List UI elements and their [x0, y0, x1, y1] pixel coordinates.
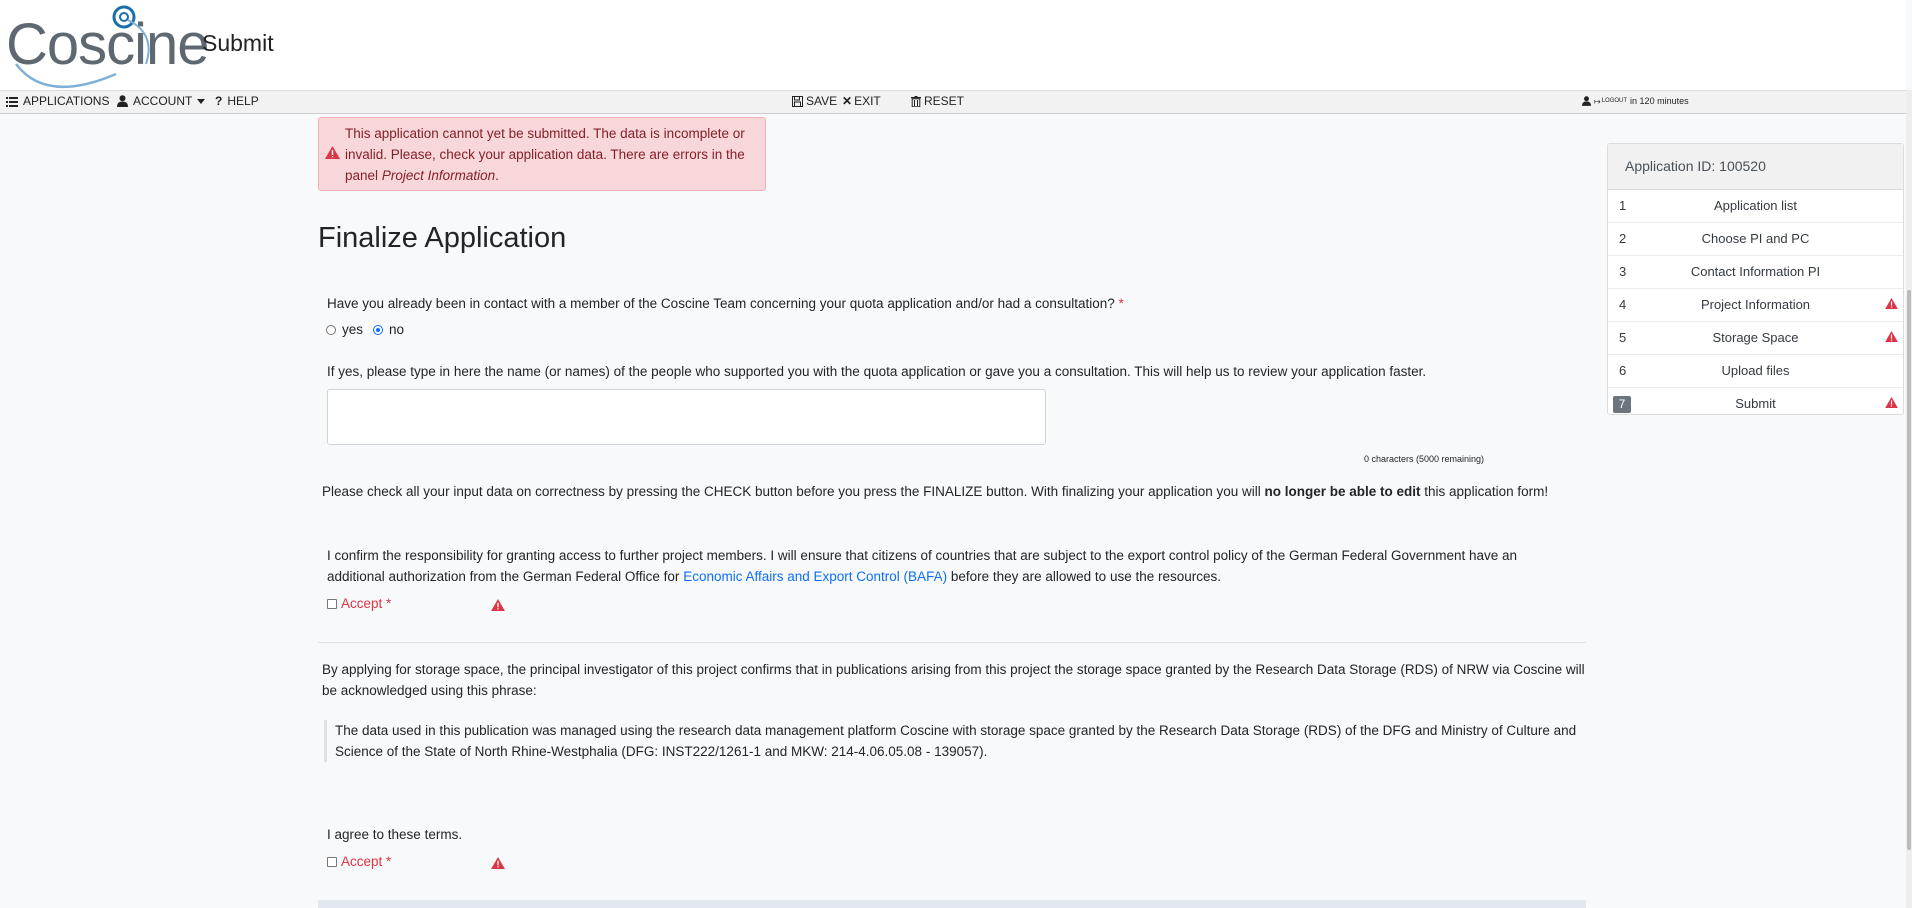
step-label: Application list [1713, 198, 1798, 213]
app-header: Coscine Submit [0, 0, 1906, 90]
check-text-2: this application form! [1424, 484, 1549, 499]
accept-export-control[interactable]: Accept * [327, 596, 391, 611]
close-icon: ✕ [842, 94, 853, 108]
check-instructions: Please check all your input data on corr… [322, 481, 1590, 502]
character-counter: 0 characters (5000 remaining) [1364, 454, 1485, 464]
step-choose-pi-pc[interactable]: 2 Choose PI and PC [1608, 223, 1903, 256]
warning-icon [1885, 331, 1898, 342]
question-icon: ? [215, 94, 223, 108]
list-icon [6, 96, 18, 107]
application-id: Application ID: 100520 [1608, 144, 1903, 190]
contact-question-text: Have you already been in contact with a … [327, 296, 1115, 311]
logo-ring-icon [112, 5, 136, 29]
check-text-1: Please check all your input data on corr… [322, 484, 1261, 499]
page-scrollbar[interactable] [1906, 90, 1912, 908]
caret-down-icon [197, 98, 206, 104]
floppy-icon [792, 95, 803, 107]
sign-out-icon: ↦ [1594, 96, 1601, 106]
save-button[interactable]: SAVE [792, 94, 837, 108]
warning-icon [325, 146, 340, 159]
rds-acknowledgement-text: By applying for storage space, the princ… [322, 662, 1585, 698]
accept-label: Accept [341, 596, 383, 611]
alert-panel-name: Project Information [381, 168, 496, 183]
coscine-logo[interactable]: Coscine [6, 4, 210, 89]
radio-yes[interactable] [326, 324, 336, 335]
contact-question: Have you already been in contact with a … [327, 293, 1124, 314]
warning-icon [1885, 298, 1898, 309]
save-label: SAVE [806, 94, 838, 108]
section-divider [318, 642, 1586, 643]
page-title: Submit [202, 30, 274, 56]
step-project-information[interactable]: 4 Project Information [1608, 289, 1903, 322]
rds-acknowledgement-quote: The data used in this publication was ma… [324, 720, 1586, 762]
alert-end: . [495, 168, 499, 183]
step-upload-files[interactable]: 6 Upload files [1608, 355, 1903, 388]
reset-button[interactable]: RESET [911, 94, 964, 108]
logout-link[interactable]: ↦ LOGOUT [1594, 97, 1627, 106]
warning-icon [491, 599, 505, 611]
session-timer: in 120 minutes [1630, 96, 1689, 106]
accept-terms[interactable]: Accept * [327, 854, 391, 869]
user-icon [117, 95, 128, 107]
required-mark: * [386, 854, 392, 869]
exit-label: EXIT [854, 94, 881, 108]
required-mark: * [1118, 296, 1124, 311]
account-label: ACCOUNT [133, 94, 193, 108]
export-control-confirmation: I confirm the responsibility for grantin… [327, 545, 1577, 587]
consultant-names-textarea[interactable] [327, 389, 1046, 445]
session-info: ↦ LOGOUT in 120 minutes [1582, 96, 1689, 106]
applications-menu[interactable]: APPLICATIONS [6, 94, 109, 108]
help-menu[interactable]: ? HELP [215, 94, 259, 108]
user-icon [1582, 96, 1591, 106]
step-contact-information-pi[interactable]: 3 Contact Information PI [1608, 256, 1903, 289]
step-label: Choose PI and PC [1701, 231, 1810, 246]
step-label: Project Information [1700, 297, 1811, 312]
radio-no[interactable] [373, 324, 384, 335]
check-text-bold: no longer be able to edit [1264, 484, 1421, 499]
accept-checkbox[interactable] [327, 598, 337, 609]
accept-checkbox[interactable] [327, 856, 337, 867]
step-application-list[interactable]: 1 Application list [1608, 190, 1903, 223]
step-label: Upload files [1721, 363, 1790, 378]
logo-wordmark: Coscine [6, 12, 210, 77]
warning-icon [1885, 397, 1898, 408]
reset-label: RESET [924, 94, 965, 108]
exit-button[interactable]: ✕ EXIT [842, 94, 881, 108]
applications-label: APPLICATIONS [23, 94, 110, 108]
radio-no-label: no [389, 322, 405, 337]
menu-bar: APPLICATIONS ACCOUNT ? HELP SAVE ✕ EXIT … [0, 90, 1906, 114]
bafa-link[interactable]: Economic Affairs and Export Control (BAF… [683, 569, 947, 584]
step-submit[interactable]: 7 Submit [1608, 388, 1903, 420]
confirm-text-2: before they are allowed to use the resou… [950, 569, 1222, 584]
radio-yes-label: yes [342, 322, 364, 337]
warning-icon [491, 857, 505, 869]
trash-icon [911, 95, 921, 107]
error-alert: This application cannot yet be submitted… [318, 117, 766, 191]
application-steps-panel: Application ID: 100520 1 Application lis… [1607, 143, 1904, 415]
alert-message: This application cannot yet be submitted… [345, 123, 757, 186]
contact-radio-group: yes no [326, 322, 404, 337]
step-label: Submit [1735, 396, 1776, 411]
logout-label: LOGOUT [1601, 98, 1628, 104]
required-mark: * [386, 596, 392, 611]
step-storage-space[interactable]: 5 Storage Space [1608, 322, 1903, 355]
form-footer-band [318, 900, 1586, 908]
help-label: HELP [227, 94, 259, 108]
agree-terms-text: I agree to these terms. [327, 827, 463, 842]
account-menu[interactable]: ACCOUNT [117, 94, 206, 108]
scrollbar-thumb[interactable] [1907, 290, 1911, 850]
page-heading: Finalize Application [318, 222, 567, 254]
step-label: Storage Space [1712, 330, 1799, 345]
step-label: Contact Information PI [1690, 264, 1821, 279]
accept-label: Accept [341, 854, 383, 869]
names-prompt: If yes, please type in here the name (or… [327, 364, 1427, 379]
